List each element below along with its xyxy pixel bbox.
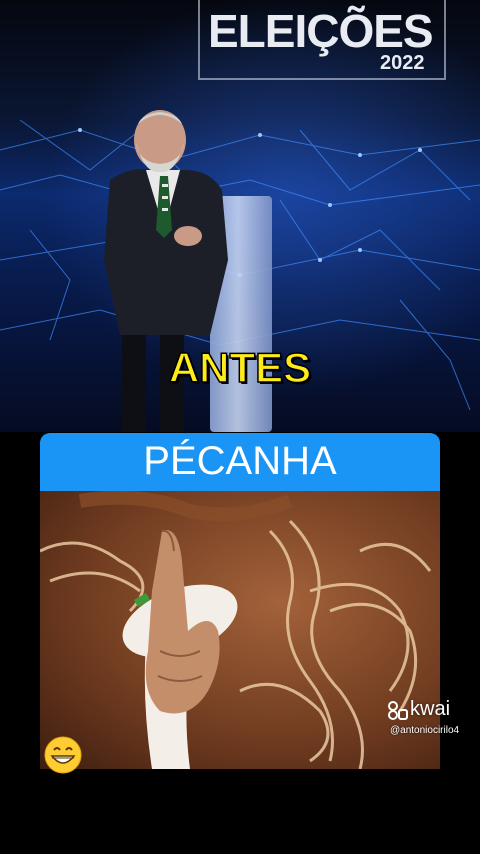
top-video-frame: ELEIÇÕES 2022 ANTES xyxy=(0,0,480,432)
noodle-soup-image xyxy=(40,491,432,769)
caption-pecanha: PÉCANHA xyxy=(143,439,337,483)
kwai-watermark: kwai xyxy=(386,698,450,721)
kwai-logo-icon xyxy=(388,700,408,720)
caption-antes: ANTES xyxy=(168,343,312,392)
bottom-image-frame xyxy=(40,491,440,769)
election-logo-title: ELEIÇÕES xyxy=(208,5,434,57)
kwai-user-handle: @antoniocirilo4 xyxy=(390,725,460,736)
grinning-face-emoji-icon xyxy=(44,736,82,774)
kwai-brand-text: kwai xyxy=(410,698,451,720)
caption-pill: PÉCANHA xyxy=(40,433,440,491)
election-logo-year: 2022 xyxy=(380,52,425,74)
